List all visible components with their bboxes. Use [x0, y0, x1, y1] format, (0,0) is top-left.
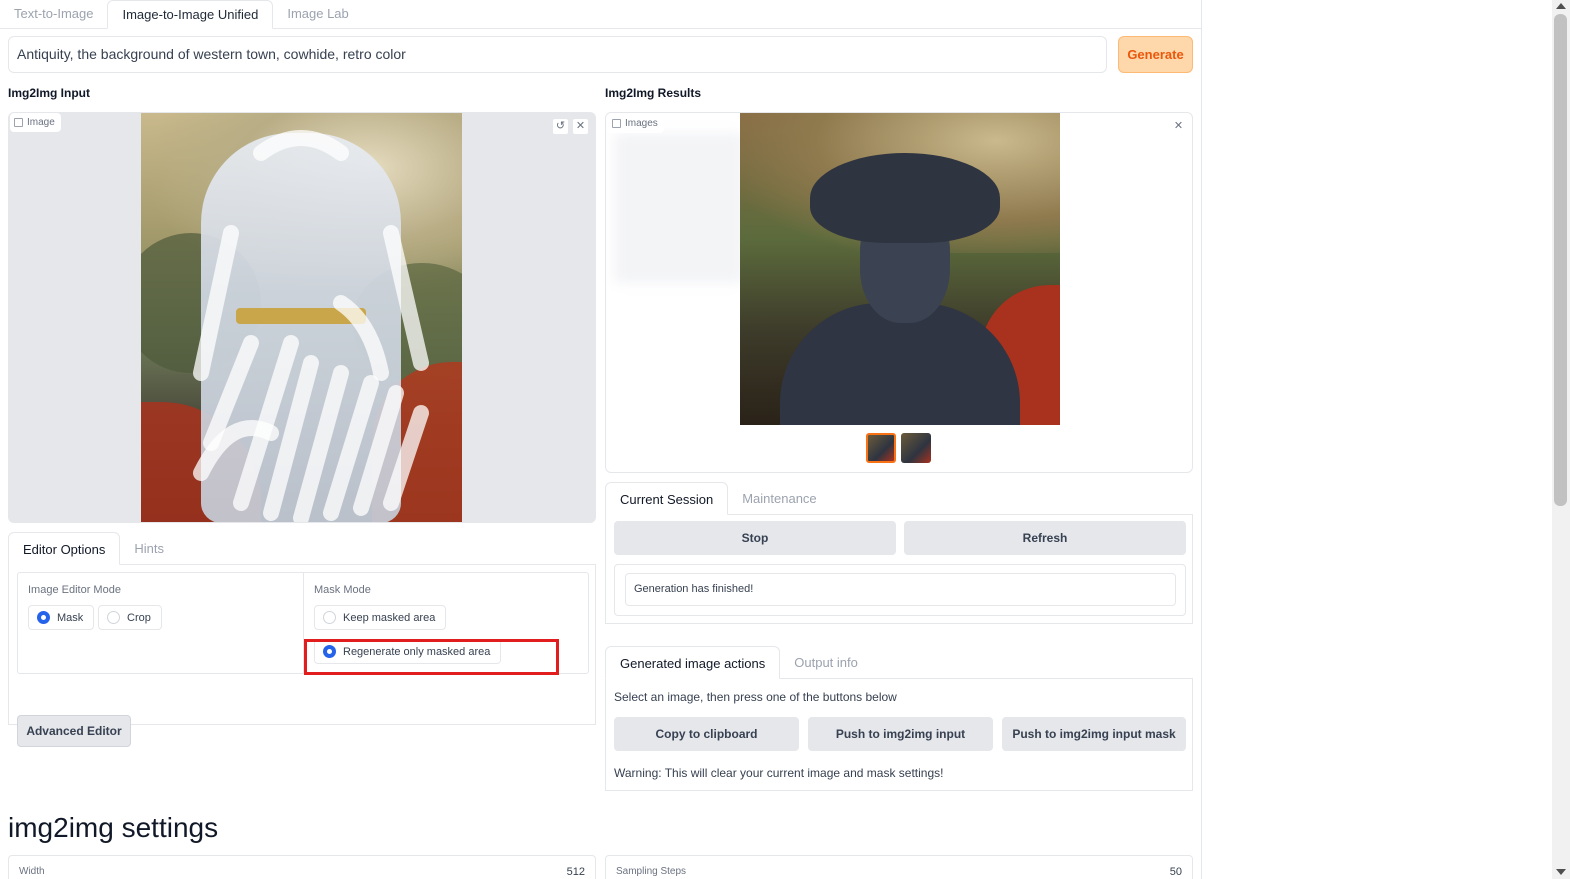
mask-mode-title: Mask Mode	[314, 584, 371, 596]
session-panel: Stop Refresh Generation has finished!	[605, 514, 1193, 624]
editor-tab-bar: Editor Options Hints	[8, 532, 596, 565]
actions-panel: Select an image, then press one of the b…	[605, 679, 1193, 791]
page-scrollbar[interactable]	[1552, 0, 1570, 879]
mask-strokes	[193, 130, 429, 522]
thumbnail-2[interactable]	[901, 433, 931, 463]
radio-crop-label: Crop	[127, 611, 151, 624]
image-badge-label: Image	[27, 117, 55, 128]
result-image[interactable]	[740, 113, 1060, 425]
settings-title: img2img settings	[8, 812, 219, 843]
advanced-editor-button[interactable]: Advanced Editor	[17, 715, 131, 747]
stop-button[interactable]: Stop	[614, 521, 896, 555]
sampling-steps-value[interactable]: 50	[1170, 866, 1182, 878]
image-editor-mode-group: Image Editor Mode Mask Crop	[18, 573, 303, 673]
image-icon	[612, 119, 621, 128]
prompt-input[interactable]: Antiquity, the background of western tow…	[8, 36, 1107, 73]
results-section-label: Img2Img Results	[605, 86, 702, 100]
tab-image-to-image-unified[interactable]: Image-to-Image Unified	[107, 0, 274, 29]
actions-hint: Select an image, then press one of the b…	[614, 690, 897, 704]
highlight-box	[304, 639, 559, 675]
tab-current-session[interactable]: Current Session	[605, 482, 729, 515]
tab-hints[interactable]: Hints	[120, 532, 178, 565]
generate-button[interactable]: Generate	[1118, 36, 1193, 73]
push-to-img2img-input-mask-button[interactable]: Push to img2img input mask	[1002, 717, 1186, 751]
session-block: Current Session Maintenance Stop Refresh…	[605, 482, 1193, 624]
undo-icon[interactable]: ↺	[552, 118, 569, 135]
actions-tab-bar: Generated image actions Output info	[605, 646, 1193, 679]
session-tab-bar: Current Session Maintenance	[605, 482, 1193, 515]
thumbnail-strip	[866, 433, 931, 463]
width-slider[interactable]: Width 512	[8, 855, 596, 879]
scroll-up-icon[interactable]	[1556, 3, 1566, 9]
scroll-down-icon[interactable]	[1556, 869, 1566, 875]
image-results-panel: Images ✕	[605, 112, 1193, 473]
blurred-thumbnail	[614, 133, 744, 283]
editor-options-block: Editor Options Hints Image Editor Mode M…	[8, 532, 596, 747]
width-label: Width	[19, 866, 45, 877]
image-badge: Image	[10, 113, 61, 132]
radio-dot-icon	[37, 611, 50, 624]
status-text: Generation has finished!	[625, 573, 1176, 606]
refresh-button[interactable]: Refresh	[904, 521, 1186, 555]
close-icon[interactable]: ✕	[1170, 119, 1187, 136]
sampling-steps-label: Sampling Steps	[616, 866, 687, 877]
input-section-label: Img2Img Input	[8, 86, 90, 100]
images-badge: Images	[608, 114, 664, 133]
tab-image-lab[interactable]: Image Lab	[273, 0, 362, 29]
radio-crop[interactable]: Crop	[98, 605, 162, 630]
actions-block: Generated image actions Output info Sele…	[605, 646, 1193, 791]
status-box: Generation has finished!	[614, 564, 1186, 616]
tab-editor-options[interactable]: Editor Options	[8, 532, 121, 565]
input-image[interactable]	[141, 113, 462, 522]
tab-text-to-image[interactable]: Text-to-Image	[0, 0, 107, 29]
actions-warning: Warning: This will clear your current im…	[614, 766, 944, 780]
image-editor-mode-title: Image Editor Mode	[28, 584, 121, 596]
close-icon[interactable]: ✕	[572, 118, 589, 135]
image-input-panel[interactable]: Image ↺ ✕	[8, 112, 596, 523]
images-badge-label: Images	[625, 118, 658, 129]
tab-output-info[interactable]: Output info	[780, 646, 872, 679]
push-to-img2img-input-button[interactable]: Push to img2img input	[808, 717, 993, 751]
tab-generated-image-actions[interactable]: Generated image actions	[605, 646, 781, 679]
top-tab-bar: Text-to-Image Image-to-Image Unified Ima…	[0, 0, 1202, 29]
radio-keep-masked-area-label: Keep masked area	[343, 611, 436, 624]
radio-mask[interactable]: Mask	[28, 605, 95, 630]
radio-mask-label: Mask	[57, 611, 84, 624]
image-icon	[14, 118, 23, 127]
main-frame: Text-to-Image Image-to-Image Unified Ima…	[0, 0, 1202, 879]
copy-to-clipboard-button[interactable]: Copy to clipboard	[614, 717, 799, 751]
scrollbar-thumb[interactable]	[1554, 14, 1567, 506]
sampling-steps-slider[interactable]: Sampling Steps 50	[605, 855, 1193, 879]
thumbnail-1[interactable]	[866, 433, 896, 463]
radio-dot-icon	[107, 611, 120, 624]
radio-keep-masked-area[interactable]: Keep masked area	[314, 605, 447, 630]
width-value[interactable]: 512	[567, 866, 585, 878]
tab-maintenance[interactable]: Maintenance	[728, 482, 830, 515]
radio-dot-icon	[323, 611, 336, 624]
